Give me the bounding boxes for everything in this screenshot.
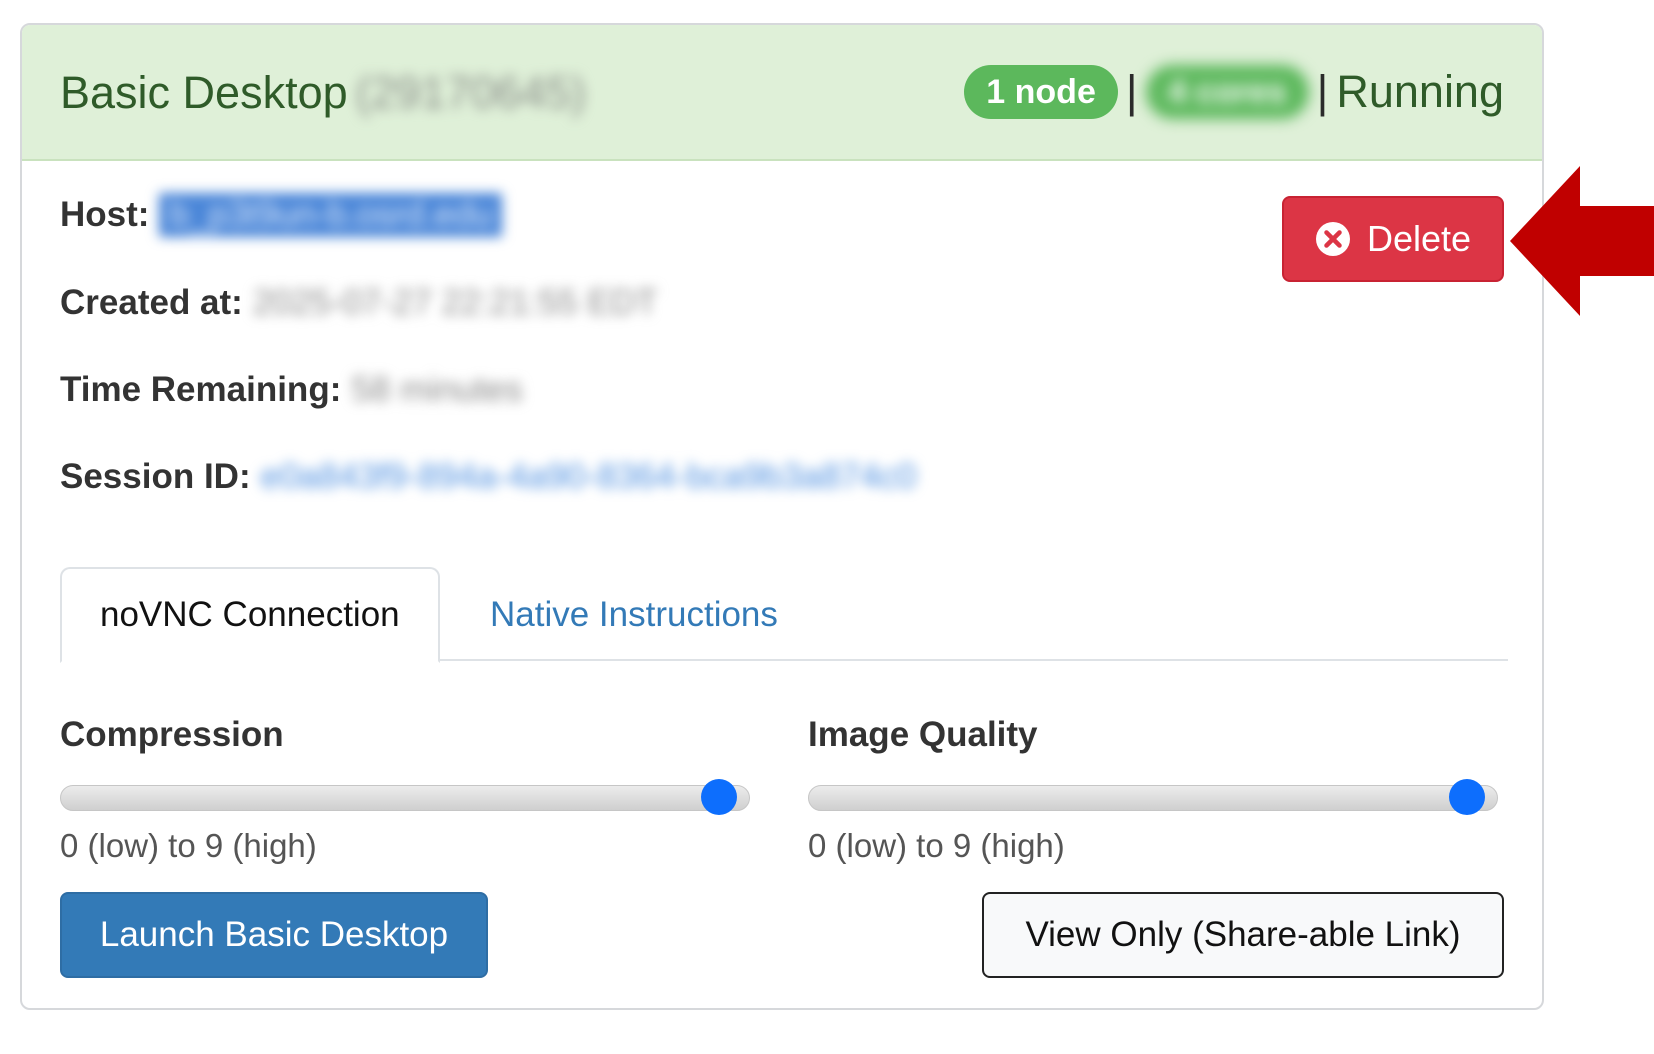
session-job-id: (29170645): [355, 67, 586, 118]
session-id-link[interactable]: e0a843f9-894a-4a90-8364-bca9b3a874c0: [261, 457, 917, 497]
session-card-header: Basic Desktop (29170645) 1 node | 4 cores…: [22, 25, 1542, 161]
host-value[interactable]: b_p3t9un-b.osrd.edu: [159, 193, 503, 237]
image-quality-slider-thumb[interactable]: [1449, 779, 1485, 815]
cores-badge: 4 cores: [1145, 65, 1309, 119]
compression-slider-thumb[interactable]: [701, 779, 737, 815]
x-circle-icon: [1315, 222, 1350, 256]
nodes-badge: 1 node: [964, 65, 1118, 119]
image-quality-hint: 0 (low) to 9 (high): [808, 827, 1065, 864]
annotation-arrow-icon: [1510, 166, 1654, 316]
time-remaining-row: Time Remaining: 58 minutes: [60, 370, 523, 410]
session-title: Basic Desktop (29170645): [60, 67, 586, 119]
host-label: Host:: [60, 195, 150, 234]
created-row: Created at: 2025-07-27 22:21:55 EDT: [60, 283, 658, 323]
separator: |: [1316, 66, 1329, 117]
compression-hint: 0 (low) to 9 (high): [60, 827, 317, 864]
time-remaining-label: Time Remaining:: [60, 370, 342, 409]
image-quality-slider[interactable]: [808, 779, 1498, 815]
compression-slider[interactable]: [60, 779, 750, 815]
host-row: Host: b_p3t9un-b.osrd.edu: [60, 193, 503, 237]
session-id-row: Session ID: e0a843f9-894a-4a90-8364-bca9b…: [60, 457, 916, 497]
connection-tabs: noVNC Connection Native Instructions: [60, 567, 1508, 663]
delete-button[interactable]: Delete: [1282, 196, 1504, 282]
created-label: Created at:: [60, 283, 243, 322]
session-summary: 1 node | 4 cores | Running: [964, 65, 1504, 119]
created-value: 2025-07-27 22:21:55 EDT: [252, 283, 658, 322]
delete-button-label: Delete: [1366, 218, 1472, 259]
image-quality-label: Image Quality: [808, 715, 1038, 754]
separator: |: [1125, 66, 1138, 117]
tab-novnc-connection[interactable]: noVNC Connection: [60, 567, 440, 663]
compression-label: Compression: [60, 715, 284, 754]
time-remaining-value: 58 minutes: [351, 370, 523, 409]
tab-native-instructions[interactable]: Native Instructions: [452, 567, 816, 663]
status-text: Running: [1336, 66, 1504, 117]
session-id-label: Session ID:: [60, 457, 251, 496]
compression-slider-group: Compression 0 (low) to 9 (high): [60, 715, 750, 864]
session-title-text: Basic Desktop: [60, 67, 348, 118]
image-quality-slider-group: Image Quality 0 (low) to 9 (high): [808, 715, 1498, 864]
view-only-link-button[interactable]: View Only (Share-able Link): [982, 892, 1504, 978]
interactive-session-card: Basic Desktop (29170645) 1 node | 4 cores…: [20, 23, 1544, 1010]
launch-basic-desktop-button[interactable]: Launch Basic Desktop: [60, 892, 488, 978]
